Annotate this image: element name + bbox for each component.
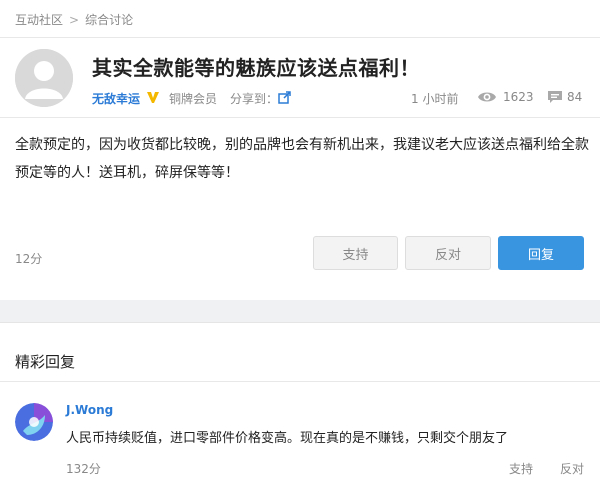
- reply-support-link[interactable]: 支持: [509, 460, 533, 477]
- reply-button[interactable]: 回复: [498, 236, 584, 270]
- author-avatar[interactable]: [15, 49, 73, 107]
- user-avatar-icon: [15, 403, 53, 441]
- section-divider: [0, 381, 600, 382]
- default-user-icon: [15, 49, 73, 107]
- section-title: 精彩回复: [15, 353, 76, 371]
- breadcrumb-home[interactable]: 互动社区: [15, 11, 63, 28]
- v-badge-icon: [147, 92, 159, 103]
- view-count: 1623: [503, 90, 534, 104]
- section-gap: [0, 300, 600, 322]
- reply-text: 人民币持续贬值，进口零部件价格变高。现在真的是不赚钱，只剩交个朋友了: [66, 431, 509, 446]
- post-content: 全款预定的，因为收货都比较晚，别的品牌也会有新机出来，我建议老大应该送点福利给全…: [15, 137, 589, 181]
- author-name[interactable]: 无敌幸运: [92, 90, 140, 107]
- comment-count: 84: [567, 90, 583, 104]
- oppose-button[interactable]: 反对: [405, 236, 491, 270]
- share-label: 分享到：: [230, 92, 279, 106]
- reply-oppose-link[interactable]: 反对: [560, 460, 584, 477]
- post-title: 其实全款能等的魅族应该送点福利！: [92, 56, 420, 80]
- comment-icon: [548, 91, 562, 103]
- header-divider: [0, 37, 600, 38]
- reply-avatar[interactable]: [15, 403, 53, 441]
- post-card: 互动社区 > 综合讨论 其实全款能等的魅族应该送点福利！ 无敌幸运 铜牌会员 分…: [0, 0, 600, 300]
- reply-author[interactable]: J.Wong: [66, 403, 113, 417]
- member-level: 铜牌会员: [169, 92, 218, 106]
- post-time: 1 小时前: [411, 92, 459, 106]
- post-meta: 无敌幸运 铜牌会员 分享到： 1 小时前 1623 84: [92, 90, 585, 106]
- support-button[interactable]: 支持: [313, 236, 398, 270]
- meta-divider: [0, 117, 600, 118]
- post-score: 12分: [15, 252, 43, 266]
- breadcrumb-current[interactable]: 综合讨论: [85, 11, 133, 28]
- share-icon[interactable]: [278, 91, 291, 104]
- breadcrumb-separator: >: [69, 12, 80, 27]
- breadcrumb: 互动社区 > 综合讨论: [15, 11, 133, 28]
- featured-replies: 精彩回复 J.Wong 人民币持续贬值，进口零部件价格变高。现在真的是不赚钱，只…: [0, 322, 600, 480]
- reply-score: 132分: [66, 462, 101, 476]
- eye-icon: [478, 92, 496, 102]
